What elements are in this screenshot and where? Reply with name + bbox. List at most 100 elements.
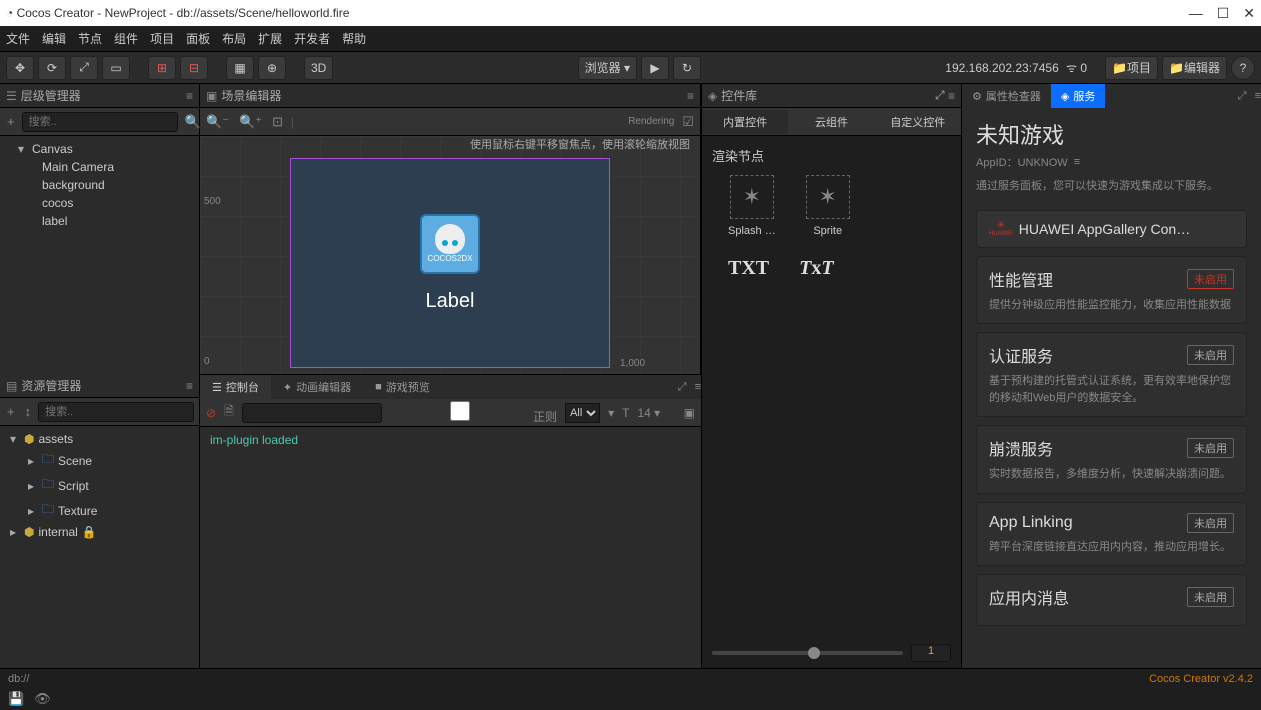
hierarchy-search[interactable] bbox=[22, 112, 178, 132]
menu-help[interactable]: 帮助 bbox=[342, 30, 366, 47]
close-icon[interactable]: ✕ bbox=[1243, 5, 1255, 22]
3d-toggle[interactable]: 3D bbox=[304, 56, 333, 80]
disk-icon: 💾 bbox=[8, 691, 24, 707]
panel-menu-icon[interactable]: ≡ bbox=[186, 89, 193, 103]
scene-label: Label bbox=[426, 290, 475, 313]
rendering-toggle[interactable]: ☑ bbox=[680, 114, 696, 130]
tab-inspector[interactable]: ⚙ 属性检查器 bbox=[962, 84, 1051, 108]
tree-item[interactable]: cocos bbox=[0, 194, 199, 212]
log-icon[interactable]: 🗎 bbox=[224, 402, 234, 423]
zoom-out-icon[interactable]: 🔍⁻ bbox=[204, 114, 231, 130]
widget-richtxt[interactable]: TxT bbox=[799, 257, 833, 280]
add-asset-icon[interactable]: + bbox=[4, 404, 18, 419]
preview-dropdown[interactable]: 浏览器 ▾ bbox=[578, 56, 637, 80]
project-button[interactable]: 📁 项目 bbox=[1105, 56, 1158, 80]
help-button[interactable]: ? bbox=[1231, 56, 1255, 80]
zoom-fit-icon[interactable]: ⊡ bbox=[270, 114, 285, 130]
tree-item[interactable]: ▾⬢ assets bbox=[0, 430, 199, 448]
bottom-panel: ☰ 控制台 ✦ 动画编辑器 ■ 游戏预览 ⤢≡ ⊘ 🗎 正则 All ▾ T 1… bbox=[200, 374, 701, 668]
widget-splash[interactable]: ✶ Splash … bbox=[728, 175, 776, 237]
clear-icon[interactable]: ⊘ bbox=[206, 406, 216, 420]
anchor-tool-icon[interactable]: ⊞ bbox=[148, 56, 176, 80]
tab-cloud[interactable]: 云组件 bbox=[788, 110, 874, 134]
assets-search[interactable] bbox=[38, 402, 194, 422]
svc-crash[interactable]: 崩溃服务未启用 实时数据报告，多维度分析，快速解决崩溃问题。 bbox=[976, 425, 1247, 494]
svc-inappmsg[interactable]: 应用内消息未启用 bbox=[976, 574, 1247, 626]
badge-not-enabled-hot: 未启用 bbox=[1187, 269, 1234, 289]
tree-item[interactable]: ▾Canvas bbox=[0, 140, 199, 158]
svc-huawei-card[interactable]: ✳HUAWEI HUAWEI AppGallery Con… bbox=[976, 210, 1247, 248]
menu-developer[interactable]: 开发者 bbox=[294, 30, 330, 47]
regex-check[interactable]: 正则 bbox=[390, 401, 557, 425]
align-tool-icon[interactable]: ▦ bbox=[226, 56, 254, 80]
tree-item[interactable]: background bbox=[0, 176, 199, 194]
expand-icon[interactable]: ⤢ bbox=[935, 88, 945, 103]
tab-preview[interactable]: ■ 游戏预览 bbox=[363, 375, 442, 399]
sort-icon[interactable]: ↕ bbox=[22, 404, 35, 419]
tab-console[interactable]: ☰ 控制台 bbox=[200, 375, 271, 399]
eye-icon: 👁 bbox=[34, 691, 51, 707]
game-title: 未知游戏 bbox=[976, 118, 1247, 150]
status-bar-2: 💾 👁 bbox=[0, 688, 1261, 710]
assets-panel: ▤ 资源管理器 ≡ + ↕ 🔍 ▾⬢ assets ▸🗀 Scene ▸🗀 Sc… bbox=[0, 374, 200, 668]
chevron-down-icon[interactable]: ▾ bbox=[608, 406, 614, 420]
filter-select[interactable]: All bbox=[565, 403, 600, 423]
tab-animation[interactable]: ✦ 动画编辑器 bbox=[271, 375, 363, 399]
refresh-button[interactable]: ↻ bbox=[673, 56, 701, 80]
status-bar: db:// Cocos Creator v2.4.2 bbox=[0, 668, 1261, 688]
rect-tool-icon[interactable]: ▭ bbox=[102, 56, 130, 80]
minimize-icon[interactable]: — bbox=[1189, 5, 1203, 22]
expand-icon[interactable]: ⤢ bbox=[1238, 90, 1247, 103]
menu-project[interactable]: 项目 bbox=[150, 30, 174, 47]
game-view[interactable]: COCOS2DX Label bbox=[290, 158, 610, 368]
tree-item[interactable]: ▸🗀 Script bbox=[0, 473, 199, 498]
menu-component[interactable]: 组件 bbox=[114, 30, 138, 47]
text-size-icon[interactable]: T bbox=[622, 406, 629, 420]
rotate-tool-icon[interactable]: ⟳ bbox=[38, 56, 66, 80]
scale-tool-icon[interactable]: ⤢ bbox=[70, 56, 98, 80]
menu-edit[interactable]: 编辑 bbox=[42, 30, 66, 47]
editor-button[interactable]: 📁 编辑器 bbox=[1162, 56, 1227, 80]
tree-item[interactable]: Main Camera bbox=[0, 158, 199, 176]
widget-txt[interactable]: TXT bbox=[728, 257, 769, 280]
tab-builtin[interactable]: 内置控件 bbox=[702, 110, 788, 134]
tree-item[interactable]: ▸⬢ internal 🔒 bbox=[0, 523, 199, 541]
maximize-icon[interactable]: ☐ bbox=[1217, 5, 1230, 22]
widget-sprite[interactable]: ✶ Sprite bbox=[806, 175, 850, 237]
tree-item[interactable]: ▸🗀 Texture bbox=[0, 498, 199, 523]
zoom-slider[interactable] bbox=[712, 651, 903, 655]
app-icon: ◔ bbox=[6, 6, 13, 20]
tree-item[interactable]: ▸🗀 Scene bbox=[0, 448, 199, 473]
font-size[interactable]: 14 ▾ bbox=[637, 406, 660, 420]
menu-icon[interactable]: ≡ bbox=[1074, 156, 1080, 168]
panel-menu-icon[interactable]: ≡ bbox=[1255, 90, 1261, 103]
svc-perf[interactable]: 性能管理未启用 提供分钟级应用性能监控能力，收集应用性能数据 bbox=[976, 256, 1247, 325]
console-filter[interactable] bbox=[242, 403, 382, 423]
panel-menu-icon[interactable]: ≡ bbox=[948, 89, 955, 103]
panel-menu-icon[interactable]: ≡ bbox=[687, 89, 694, 103]
widgets-panel: ◈ 控件库 ⤢ ≡ 内置控件 云组件 自定义控件 渲染节点 ✶ Splash …… bbox=[701, 84, 961, 668]
expand-icon[interactable]: ⤢ bbox=[678, 381, 687, 394]
tab-services[interactable]: ◈ 服务 bbox=[1051, 84, 1105, 108]
zoom-in-icon[interactable]: 🔍⁺ bbox=[237, 114, 264, 130]
tree-item[interactable]: label bbox=[0, 212, 199, 230]
huawei-icon: ✳HUAWEI bbox=[989, 221, 1013, 237]
menu-file[interactable]: 文件 bbox=[6, 30, 30, 47]
pivot-tool-icon[interactable]: ⊟ bbox=[180, 56, 208, 80]
svc-applinking[interactable]: App Linking未启用 跨平台深度链接直达应用内内容，推动应用增长。 bbox=[976, 502, 1247, 567]
collapse-icon[interactable]: ▣ bbox=[684, 406, 695, 420]
play-button[interactable]: ▶ bbox=[641, 56, 669, 80]
add-node-icon[interactable]: + bbox=[4, 114, 18, 129]
svc-auth[interactable]: 认证服务未启用 基于预构建的托管式认证系统，更有效率地保护您的移动和Web用户的… bbox=[976, 332, 1247, 417]
services-panel: ⚙ 属性检查器 ◈ 服务 ⤢≡ 未知游戏 AppID：UNKNOW ≡ 通过服务… bbox=[961, 84, 1261, 668]
menu-node[interactable]: 节点 bbox=[78, 30, 102, 47]
panel-menu-icon[interactable]: ≡ bbox=[186, 379, 193, 393]
globe-tool-icon[interactable]: ⊕ bbox=[258, 56, 286, 80]
tab-custom[interactable]: 自定义控件 bbox=[875, 110, 961, 134]
move-tool-icon[interactable]: ✥ bbox=[6, 56, 34, 80]
hierarchy-title: 层级管理器 bbox=[21, 87, 81, 104]
menu-extension[interactable]: 扩展 bbox=[258, 30, 282, 47]
menu-panel[interactable]: 面板 bbox=[186, 30, 210, 47]
scene-canvas[interactable]: 使用鼠标右键平移窗焦点，使用滚轮缩放视图 500 0 0 500 1,000 C… bbox=[200, 136, 700, 374]
menu-layout[interactable]: 布局 bbox=[222, 30, 246, 47]
